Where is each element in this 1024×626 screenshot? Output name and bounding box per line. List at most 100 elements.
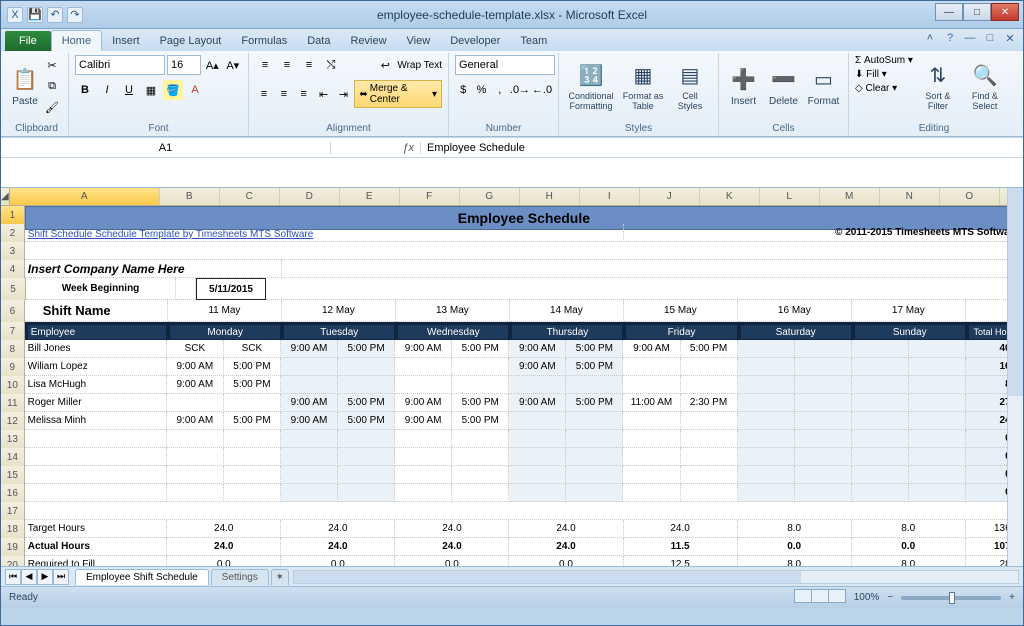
format-cells-button[interactable]: ▭Format — [805, 55, 842, 117]
shift-cell[interactable] — [623, 448, 680, 466]
copyright-cell[interactable]: © 2011-2015 Timesheets MTS Software — [624, 224, 1023, 242]
shift-cell[interactable] — [681, 376, 738, 394]
summary-val[interactable]: 0.0 — [281, 556, 395, 566]
shift-cell[interactable] — [452, 358, 509, 376]
tab-review[interactable]: Review — [340, 31, 396, 51]
summary-val[interactable]: 24.0 — [281, 538, 395, 556]
summary-val[interactable]: 24.0 — [167, 538, 281, 556]
shift-cell[interactable] — [795, 358, 852, 376]
link-cell[interactable]: Shift Schedule Schedule Template by Time… — [25, 224, 624, 242]
fill-button[interactable]: ⬇ Fill ▾ — [855, 69, 913, 80]
shift-cell[interactable] — [852, 412, 909, 430]
copy-button[interactable]: ⧉ — [42, 76, 62, 96]
summary-val[interactable]: 8.0 — [852, 556, 966, 566]
delete-cells-button[interactable]: ➖Delete — [765, 55, 802, 117]
col-header-D[interactable]: D — [280, 188, 340, 205]
shift-cell[interactable]: 5:00 PM — [566, 394, 623, 412]
cut-button[interactable]: ✂ — [42, 55, 62, 75]
col-header-G[interactable]: G — [460, 188, 520, 205]
font-size-input[interactable] — [167, 55, 201, 75]
row-header-3[interactable]: 3 — [1, 242, 25, 260]
row-header-14[interactable]: 14 — [1, 448, 25, 466]
shift-cell[interactable] — [224, 466, 281, 484]
wrap-text-icon[interactable]: ↩ — [375, 55, 395, 75]
shift-cell[interactable] — [623, 412, 680, 430]
shift-cell[interactable] — [395, 466, 452, 484]
col-header-I[interactable]: I — [580, 188, 640, 205]
summary-val[interactable]: 24.0 — [167, 520, 281, 538]
employee-header[interactable]: Employee — [25, 322, 167, 340]
shift-cell[interactable] — [452, 448, 509, 466]
name-box[interactable]: A1 — [1, 142, 331, 154]
col-header-M[interactable]: M — [820, 188, 880, 205]
shift-cell[interactable] — [738, 466, 795, 484]
minimize-button[interactable]: — — [935, 3, 963, 21]
cell[interactable] — [282, 260, 1023, 278]
shift-cell[interactable] — [452, 376, 509, 394]
sheet-nav-prev[interactable]: ◀ — [21, 569, 37, 585]
fill-color-button[interactable]: 🪣 — [163, 80, 183, 100]
orientation-icon[interactable]: ⤭ — [321, 55, 341, 75]
autosum-button[interactable]: Σ AutoSum ▾ — [855, 55, 913, 66]
shift-cell[interactable] — [852, 430, 909, 448]
shift-cell[interactable] — [852, 376, 909, 394]
shift-cell[interactable] — [338, 466, 395, 484]
shift-cell[interactable] — [681, 448, 738, 466]
shift-cell[interactable] — [909, 466, 966, 484]
shift-cell[interactable]: 5:00 PM — [566, 340, 623, 358]
tab-team[interactable]: Team — [510, 31, 557, 51]
shift-cell[interactable] — [281, 466, 338, 484]
row-header-6[interactable]: 6 — [1, 300, 25, 322]
spreadsheet-grid[interactable]: ◢ ABCDEFGHIJKLMNOP 1Employee Schedule2Sh… — [1, 188, 1023, 566]
sheet-nav-next[interactable]: ▶ — [37, 569, 53, 585]
row-header-16[interactable]: 16 — [1, 484, 25, 502]
row-header-17[interactable]: 17 — [1, 502, 25, 520]
decrease-decimal-icon[interactable]: ←.0 — [532, 80, 552, 100]
summary-val[interactable]: 0.0 — [395, 556, 509, 566]
font-name-input[interactable] — [75, 55, 165, 75]
shift-cell[interactable] — [509, 466, 566, 484]
doc-minimize-icon[interactable]: — — [963, 31, 977, 45]
shift-cell[interactable]: SCK — [224, 340, 281, 358]
summary-val[interactable]: 24.0 — [509, 520, 623, 538]
align-center-icon[interactable]: ≡ — [275, 84, 293, 104]
shift-cell[interactable] — [566, 430, 623, 448]
shift-cell[interactable] — [852, 340, 909, 358]
shift-cell[interactable]: SCK — [167, 340, 224, 358]
redo-icon[interactable]: ↷ — [67, 7, 83, 23]
row-header-13[interactable]: 13 — [1, 430, 25, 448]
shift-cell[interactable] — [795, 394, 852, 412]
date-header[interactable]: 13 May — [396, 300, 510, 322]
summary-val[interactable]: 11.5 — [624, 538, 738, 556]
border-button[interactable]: ▦ — [141, 80, 161, 100]
shift-cell[interactable] — [795, 430, 852, 448]
increase-font-icon[interactable]: A▴ — [203, 55, 222, 75]
date-header[interactable]: 17 May — [852, 300, 966, 322]
shift-cell[interactable] — [852, 448, 909, 466]
row-header-5[interactable]: 5 — [1, 278, 26, 300]
company-name-cell[interactable]: Insert Company Name Here — [25, 260, 282, 278]
align-bottom-icon[interactable]: ≡ — [299, 55, 319, 75]
shift-cell[interactable] — [224, 448, 281, 466]
employee-name[interactable] — [25, 430, 167, 448]
shift-cell[interactable] — [795, 412, 852, 430]
sheet-nav-first[interactable]: ⏮ — [5, 569, 21, 585]
doc-restore-icon[interactable]: □ — [983, 31, 997, 45]
italic-button[interactable]: I — [97, 80, 117, 100]
file-tab[interactable]: File — [5, 31, 51, 51]
date-header[interactable]: 11 May — [168, 300, 282, 322]
day-header[interactable]: Thursday — [509, 322, 623, 340]
horizontal-scrollbar[interactable] — [293, 570, 1019, 584]
row-header-19[interactable]: 19 — [1, 538, 25, 556]
col-header-H[interactable]: H — [520, 188, 580, 205]
shift-cell[interactable] — [909, 412, 966, 430]
currency-icon[interactable]: $ — [455, 80, 471, 100]
shift-cell[interactable] — [795, 448, 852, 466]
shift-cell[interactable] — [909, 358, 966, 376]
sheet-tab-settings[interactable]: Settings — [211, 569, 269, 585]
col-header-B[interactable]: B — [160, 188, 220, 205]
shift-cell[interactable] — [167, 394, 224, 412]
view-buttons[interactable] — [795, 589, 846, 606]
shift-cell[interactable] — [452, 466, 509, 484]
formula-bar[interactable]: Employee Schedule — [421, 142, 1023, 154]
